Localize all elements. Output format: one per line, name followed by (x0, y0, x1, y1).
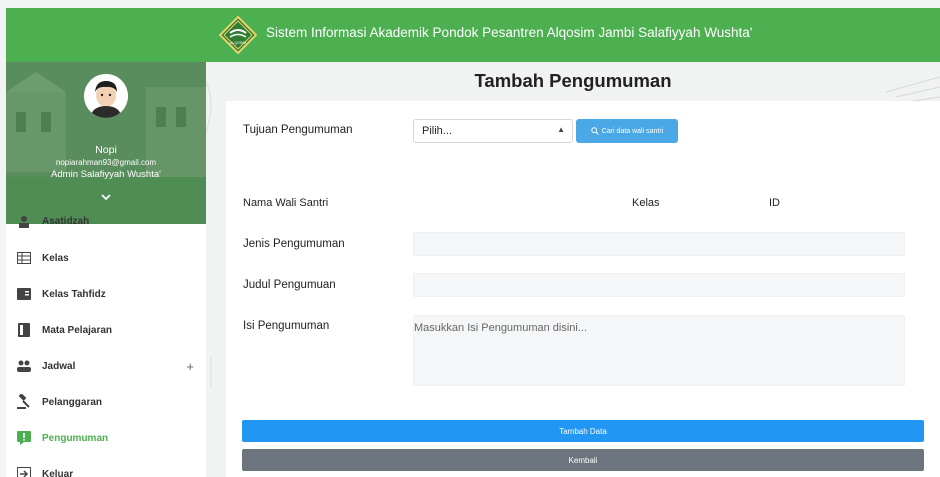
sidebar-item-label: Pelanggaran (42, 396, 103, 408)
sidebar-item-jadwal[interactable]: Jadwal + (6, 348, 206, 384)
kembali-button[interactable]: Kembali (242, 449, 924, 471)
sidebar-item-kelas[interactable]: Kelas (6, 240, 206, 276)
isi-textarea[interactable]: Masukkan Isi Pengumuman disini... (413, 315, 905, 386)
sidebar: Nopi nopiarahman93@gmail.com Admin Salaf… (6, 62, 206, 477)
sidebar-item-asatidzah[interactable]: Asatidzah (6, 212, 206, 230)
sidebar-item-label: Jadwal (42, 360, 76, 372)
judul-label: Judul Pengumuan (243, 279, 336, 291)
sidebar-item-kelas-tahfidz[interactable]: Kelas Tahfidz (6, 276, 206, 312)
select-arrows-icon: ▲ (557, 125, 565, 134)
svg-text:ALQOSIM: ALQOSIM (230, 41, 246, 45)
tujuan-select[interactable]: Pilih... ▲ (413, 119, 573, 143)
people-icon (16, 358, 32, 374)
judul-input[interactable] (413, 273, 905, 297)
search-button-label: Cari data wali santri (601, 127, 664, 135)
search-icon (591, 127, 599, 135)
gavel-icon (16, 394, 32, 410)
form-card: Tujuan Pengumuman Pilih... ▲ Cari data w… (226, 101, 940, 477)
search-wali-button[interactable]: Cari data wali santri (576, 119, 678, 143)
sidebar-item-keluar[interactable]: Keluar (6, 456, 206, 477)
chevron-down-icon[interactable] (100, 192, 112, 202)
sidebar-item-mata-pelajaran[interactable]: Mata Pelajaran (6, 312, 206, 348)
page-title: Tambah Pengumuman (474, 70, 672, 91)
profile-email: nopiarahman93@gmail.com (55, 158, 157, 167)
sidebar-item-label: Mata Pelajaran (42, 324, 113, 336)
expand-plus-icon[interactable]: + (186, 359, 194, 374)
top-bar: ALQOSIM Sistem Informasi Akademik Pondok… (6, 8, 940, 62)
alqosim-logo: ALQOSIM (219, 16, 257, 54)
sidebar-item-label: Kelas (42, 252, 69, 264)
profile-name: Nopi (95, 144, 117, 156)
avatar[interactable] (84, 74, 128, 118)
sidebar-item-label: Kelas Tahfidz (42, 288, 106, 300)
announcement-icon (16, 430, 32, 446)
col-header-nama: Nama Wali Santri (243, 197, 329, 209)
book-icon (16, 286, 32, 302)
tujuan-select-value: Pilih... (422, 125, 452, 137)
logout-icon (16, 466, 32, 477)
profile-role: Admin Salafiyyah Wushta' (51, 169, 161, 180)
isi-placeholder: Masukkan Isi Pengumuman disini... (414, 322, 588, 334)
isi-label: Isi Pengumuman (243, 320, 330, 332)
col-header-id: ID (769, 197, 780, 209)
building-icon (16, 250, 32, 266)
person-icon (16, 213, 32, 229)
sidebar-item-label: Pengumuman (42, 432, 109, 444)
sidebar-item-pelanggaran[interactable]: Pelanggaran (6, 384, 206, 420)
tujuan-label: Tujuan Pengumuman (243, 124, 353, 136)
sidebar-item-label: Asatidzah (42, 215, 90, 227)
sidebar-item-pengumuman[interactable]: Pengumuman (6, 420, 206, 456)
jenis-label: Jenis Pengumuman (243, 238, 345, 250)
col-header-kelas: Kelas (632, 197, 660, 209)
app-title: Sistem Informasi Akademik Pondok Pesantr… (266, 25, 753, 40)
profile-panel: Nopi nopiarahman93@gmail.com Admin Salaf… (6, 62, 206, 224)
tambah-data-button[interactable]: Tambah Data (242, 420, 924, 442)
bookmark-icon (16, 322, 32, 338)
sidebar-item-label: Keluar (42, 468, 74, 477)
main-content: Tambah Pengumuman Tujuan Pengumuman Pili… (206, 62, 940, 477)
jenis-input[interactable] (413, 232, 905, 256)
